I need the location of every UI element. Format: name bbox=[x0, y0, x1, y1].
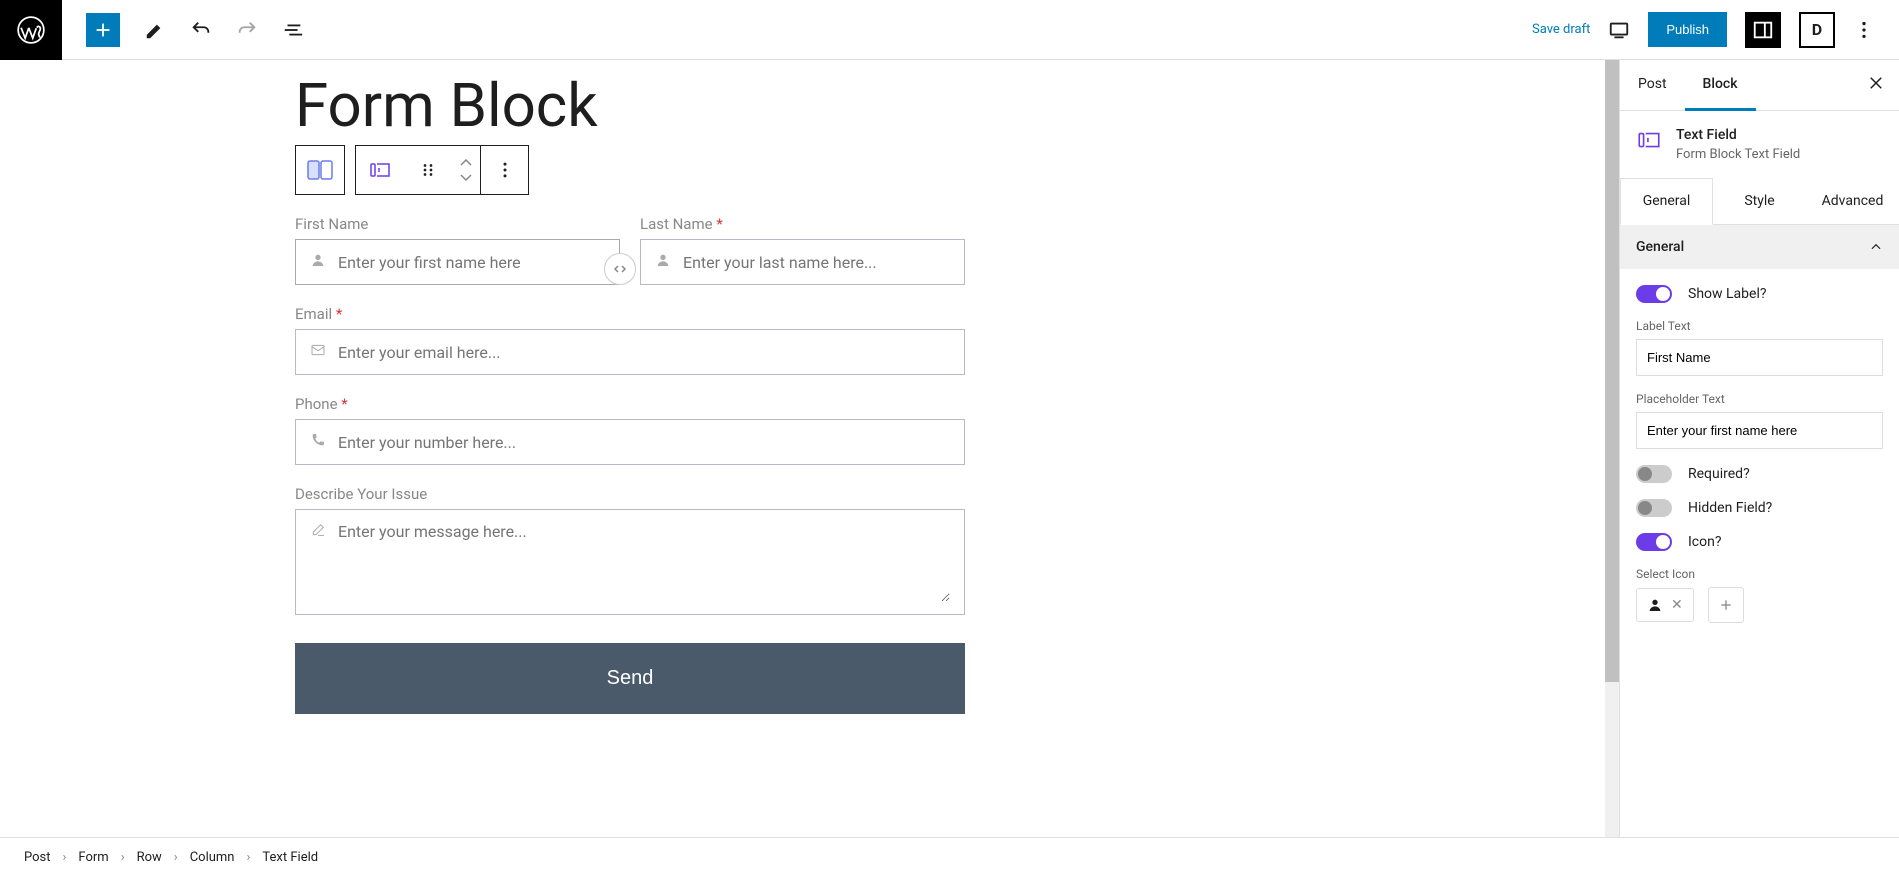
add-icon-button[interactable] bbox=[1708, 587, 1744, 623]
chevron-up-icon bbox=[1869, 240, 1883, 254]
block-description: Form Block Text Field bbox=[1676, 147, 1800, 162]
crumb-row[interactable]: Row bbox=[137, 850, 162, 865]
phone-field[interactable] bbox=[295, 419, 965, 465]
drag-handle-icon[interactable] bbox=[404, 146, 452, 194]
more-options-icon[interactable] bbox=[1853, 19, 1875, 41]
last-name-field[interactable] bbox=[640, 239, 965, 285]
panel-general-header[interactable]: General bbox=[1620, 225, 1899, 269]
describe-input[interactable] bbox=[338, 522, 950, 602]
submit-button[interactable]: Send bbox=[295, 643, 965, 714]
wordpress-logo[interactable] bbox=[0, 0, 62, 60]
phone-input[interactable] bbox=[338, 433, 950, 452]
move-up-down[interactable] bbox=[452, 146, 480, 194]
envelope-icon bbox=[310, 342, 326, 362]
subtab-style[interactable]: Style bbox=[1713, 178, 1806, 224]
first-name-input[interactable] bbox=[338, 253, 605, 272]
text-field-block-icon bbox=[1636, 127, 1662, 162]
icon-toggle[interactable] bbox=[1636, 533, 1672, 551]
subtab-advanced[interactable]: Advanced bbox=[1806, 178, 1899, 224]
plugin-button[interactable]: D bbox=[1799, 12, 1835, 48]
block-name: Text Field bbox=[1676, 127, 1800, 143]
document-outline-icon[interactable] bbox=[282, 19, 304, 41]
add-block-button[interactable] bbox=[86, 13, 120, 47]
show-label-text: Show Label? bbox=[1688, 286, 1766, 302]
redo-icon[interactable] bbox=[236, 19, 258, 41]
placeholder-text-input[interactable] bbox=[1636, 412, 1883, 449]
page-title[interactable]: Form Block bbox=[295, 70, 965, 141]
editor-scrollbar[interactable] bbox=[1605, 60, 1619, 837]
hidden-field-toggle[interactable] bbox=[1636, 499, 1672, 517]
tab-post[interactable]: Post bbox=[1620, 60, 1685, 110]
column-resize-handle[interactable] bbox=[604, 253, 636, 285]
last-name-label: Last Name * bbox=[640, 215, 965, 233]
required-toggle[interactable] bbox=[1636, 465, 1672, 483]
describe-label: Describe Your Issue bbox=[295, 485, 965, 503]
email-input[interactable] bbox=[338, 343, 950, 362]
select-icon-label: Select Icon bbox=[1636, 567, 1883, 581]
publish-button[interactable]: Publish bbox=[1648, 12, 1727, 47]
label-text-input[interactable] bbox=[1636, 339, 1883, 376]
edit-mode-icon[interactable] bbox=[144, 19, 166, 41]
parent-block-icon[interactable] bbox=[296, 146, 344, 194]
undo-icon[interactable] bbox=[190, 19, 212, 41]
first-name-field[interactable] bbox=[295, 239, 620, 285]
settings-sidebar-button[interactable] bbox=[1745, 12, 1781, 48]
block-type-icon[interactable] bbox=[356, 146, 404, 194]
email-label: Email * bbox=[295, 305, 965, 323]
required-text: Required? bbox=[1688, 466, 1750, 482]
subtab-general[interactable]: General bbox=[1620, 178, 1713, 225]
remove-icon-button[interactable]: ✕ bbox=[1671, 597, 1683, 613]
breadcrumb: Post› Form› Row› Column› Text Field bbox=[0, 837, 1899, 877]
block-toolbar bbox=[295, 145, 965, 195]
block-more-icon[interactable] bbox=[480, 146, 528, 194]
preview-icon[interactable] bbox=[1608, 19, 1630, 41]
placeholder-text-label: Placeholder Text bbox=[1636, 392, 1883, 406]
user-icon bbox=[1647, 597, 1663, 613]
user-icon bbox=[310, 252, 326, 272]
user-icon bbox=[655, 252, 671, 272]
tab-block[interactable]: Block bbox=[1685, 60, 1756, 111]
crumb-column[interactable]: Column bbox=[190, 850, 235, 865]
crumb-post[interactable]: Post bbox=[24, 850, 51, 865]
selected-icon-chip[interactable]: ✕ bbox=[1636, 588, 1694, 622]
first-name-label: First Name bbox=[295, 215, 620, 233]
close-sidebar-icon[interactable] bbox=[1867, 74, 1885, 96]
phone-label: Phone * bbox=[295, 395, 965, 413]
phone-icon bbox=[310, 432, 326, 452]
describe-field[interactable] bbox=[295, 509, 965, 615]
email-field[interactable] bbox=[295, 329, 965, 375]
crumb-textfield[interactable]: Text Field bbox=[262, 850, 318, 865]
last-name-input[interactable] bbox=[683, 253, 950, 272]
hidden-field-text: Hidden Field? bbox=[1688, 500, 1772, 516]
edit-icon bbox=[310, 522, 326, 542]
label-text-label: Label Text bbox=[1636, 319, 1883, 333]
icon-toggle-text: Icon? bbox=[1688, 534, 1721, 550]
crumb-form[interactable]: Form bbox=[78, 850, 108, 865]
show-label-toggle[interactable] bbox=[1636, 285, 1672, 303]
save-draft-button[interactable]: Save draft bbox=[1532, 22, 1590, 37]
